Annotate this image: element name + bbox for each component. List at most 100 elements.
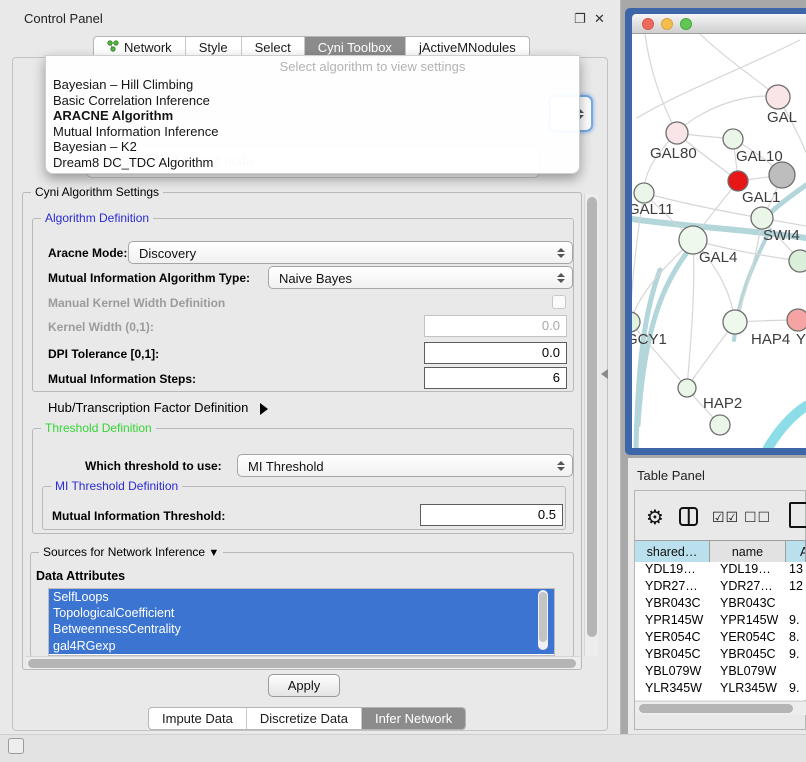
mi-threshold-group-title: MI Threshold Definition xyxy=(51,479,182,493)
network-node[interactable] xyxy=(723,129,743,149)
table-row[interactable]: YBR045CYBR045C9. xyxy=(635,647,806,664)
settings-gear-icon[interactable]: ⚙ xyxy=(646,505,664,530)
network-edge[interactable] xyxy=(687,240,694,388)
float-panel-icon[interactable]: ❐ xyxy=(574,11,586,27)
collapse-arrow-icon: ▼ xyxy=(208,547,219,559)
network-node-label: SWI4 xyxy=(763,227,800,244)
network-node[interactable] xyxy=(787,309,806,331)
network-edge[interactable] xyxy=(632,240,693,322)
network-window-titlebar[interactable] xyxy=(632,14,806,34)
table-horizontal-scrollbar[interactable] xyxy=(635,701,806,715)
unchecked-columns-icon[interactable]: ☐☐ xyxy=(744,509,771,526)
data-attribute-item[interactable]: TopologicalCoefficient xyxy=(49,605,554,621)
dpi-tolerance-field[interactable]: 0.0 xyxy=(424,342,567,364)
table-row[interactable]: YDL19…YDL19…13 xyxy=(635,562,806,579)
network-node[interactable] xyxy=(710,415,730,435)
which-threshold-combobox[interactable]: MI Threshold xyxy=(237,454,573,477)
network-node[interactable] xyxy=(678,379,696,397)
table-row[interactable]: YIL052CYIL052C9 xyxy=(635,698,806,700)
column-header-shared-name[interactable]: shared… xyxy=(635,541,710,563)
table-horizontal-scrollbar-thumb[interactable] xyxy=(639,704,793,713)
aracne-mode-combobox[interactable]: Discovery xyxy=(128,241,573,264)
table-row[interactable]: YLR345WYLR345W9. xyxy=(635,681,806,698)
close-panel-icon[interactable]: ✕ xyxy=(594,11,605,27)
kernel-width-field[interactable]: 0.0 xyxy=(424,315,567,337)
checked-columns-icon[interactable]: ☑☑ xyxy=(712,509,739,526)
network-canvas[interactable]: GALGAL80GAL10GAL1GAL11SWI4GAL4GCY1HAP4YH… xyxy=(632,34,806,448)
network-node[interactable] xyxy=(789,250,806,272)
table-cell: YLR345W xyxy=(710,681,786,698)
sources-group-title[interactable]: Sources for Network Inference ▼ xyxy=(39,545,223,559)
tab-infer-network[interactable]: Infer Network xyxy=(361,708,465,729)
zoom-window-icon[interactable] xyxy=(680,18,692,30)
apply-button[interactable]: Apply xyxy=(268,674,340,697)
mi-steps-field[interactable]: 6 xyxy=(424,367,567,389)
settings-vertical-scrollbar-thumb[interactable] xyxy=(587,197,597,637)
table-cell: 9 xyxy=(786,698,806,700)
network-edge[interactable] xyxy=(645,34,677,133)
table-cell: YDL19… xyxy=(635,562,710,579)
network-node[interactable] xyxy=(634,183,654,203)
new-table-icon[interactable] xyxy=(789,502,806,528)
table-cell: 8. xyxy=(786,630,806,647)
table-cell: YBR043C xyxy=(710,596,786,613)
mi-threshold-label: Mutual Information Threshold: xyxy=(52,509,225,523)
column-header-name[interactable]: name xyxy=(710,541,786,563)
algorithm-option[interactable]: Mutual Information Inference xyxy=(51,124,574,140)
data-attribute-item[interactable]: SelfLoops xyxy=(49,589,554,605)
algorithm-option[interactable]: Bayesian – Hill Climbing xyxy=(51,77,574,93)
popup-placeholder: Select algorithm to view settings xyxy=(176,59,569,74)
manual-kernel-width-checkbox[interactable] xyxy=(552,295,566,309)
network-node-label: HAP4 xyxy=(751,331,790,348)
network-node-label: HAP2 xyxy=(703,395,742,412)
column-header-partial[interactable]: A xyxy=(786,541,806,563)
tab-impute-data[interactable]: Impute Data xyxy=(149,708,246,729)
table-row[interactable]: YDR27…YDR27…12 xyxy=(635,579,806,596)
network-node-label: GAL xyxy=(767,109,797,126)
table-cell: YLR345W xyxy=(635,681,710,698)
table-cell: YIL052C xyxy=(710,698,786,700)
settings-vertical-scrollbar[interactable] xyxy=(584,194,598,656)
network-node[interactable] xyxy=(751,207,773,229)
algorithm-option[interactable]: Basic Correlation Inference xyxy=(51,93,574,109)
close-window-icon[interactable] xyxy=(642,18,654,30)
table-row[interactable]: YER054CYER054C8. xyxy=(635,630,806,647)
cyni-bottom-tab-bar: Impute Data Discretize Data Infer Networ… xyxy=(148,707,466,730)
network-node[interactable] xyxy=(666,122,688,144)
network-edge[interactable] xyxy=(677,96,778,133)
network-edge[interactable] xyxy=(768,406,806,448)
data-attributes-list[interactable]: SelfLoopsTopologicalCoefficientBetweenne… xyxy=(48,588,555,656)
network-node[interactable] xyxy=(766,85,790,109)
mi-algorithm-type-combobox[interactable]: Naive Bayes xyxy=(268,266,573,289)
table-cell: YBR043C xyxy=(635,596,710,613)
hub-definition-section[interactable]: Hub/Transcription Factor Definition xyxy=(48,400,268,415)
control-panel: Control Panel ❐ ✕ Network Style Select xyxy=(0,0,621,734)
network-node[interactable] xyxy=(769,162,795,188)
data-attribute-item[interactable]: gal4RGexp xyxy=(49,638,554,654)
expand-arrow-icon xyxy=(260,403,268,415)
tab-discretize-data[interactable]: Discretize Data xyxy=(246,708,361,729)
table-row[interactable]: YBR043CYBR043C xyxy=(635,596,806,613)
network-node[interactable] xyxy=(632,312,640,332)
network-node[interactable] xyxy=(723,310,747,334)
split-columns-icon[interactable] xyxy=(679,507,698,526)
table-body[interactable]: YDL19…YDL19…13YDR27…YDR27…12YBR043CYBR04… xyxy=(635,562,806,700)
table-row[interactable]: YBL079WYBL079W xyxy=(635,664,806,681)
minimize-window-icon[interactable] xyxy=(661,18,673,30)
network-node-label: GAL11 xyxy=(632,201,674,218)
table-cell: YER054C xyxy=(710,630,786,647)
splitter-collapse-arrow[interactable] xyxy=(601,369,608,379)
stepper-arrows-icon xyxy=(557,248,565,258)
algorithm-option[interactable]: ARACNE Algorithm xyxy=(51,108,574,124)
network-node[interactable] xyxy=(728,171,748,191)
mi-threshold-field[interactable]: 0.5 xyxy=(420,504,563,526)
algorithm-option[interactable]: Bayesian – K2 xyxy=(51,139,574,155)
algorithm-option[interactable]: Dream8 DC_TDC Algorithm xyxy=(51,155,574,171)
data-attribute-item[interactable]: BetweennessCentrality xyxy=(49,621,554,637)
restore-panel-icon[interactable] xyxy=(8,738,24,754)
network-edge[interactable] xyxy=(700,34,778,97)
table-row[interactable]: YPR145WYPR145W9. xyxy=(635,613,806,630)
attributes-list-scrollbar-thumb[interactable] xyxy=(539,592,547,642)
table-cell: 13 xyxy=(786,562,806,579)
attributes-list-scrollbar[interactable] xyxy=(538,590,548,650)
